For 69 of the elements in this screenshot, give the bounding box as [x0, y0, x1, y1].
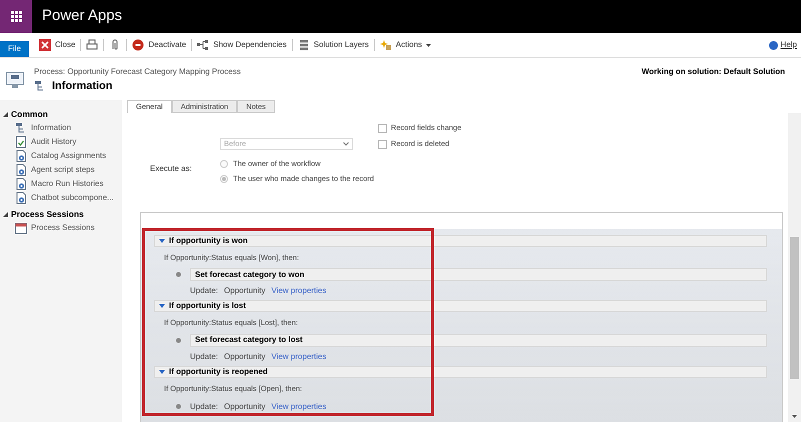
sidebar-section-header[interactable]: Process Sessions [3, 208, 122, 220]
process-icon [34, 80, 46, 92]
waffle-icon [10, 11, 22, 22]
bullet-icon [176, 404, 181, 410]
scrollbar-track[interactable] [788, 113, 801, 422]
calendar-icon [15, 222, 27, 234]
printer-icon [86, 39, 98, 51]
app-launcher-button[interactable] [0, 0, 32, 33]
sidebar-item[interactable]: Chatbot subcompone... [3, 190, 122, 205]
caret-icon [426, 44, 432, 46]
bullet-icon [176, 272, 181, 278]
process-form-icon [6, 72, 24, 88]
entity-name: Opportunity [224, 285, 266, 298]
radio-button[interactable] [220, 174, 228, 183]
help-button[interactable]: Help [768, 39, 797, 51]
sidebar-item[interactable]: Macro Run Histories [3, 176, 122, 191]
hierarchy-icon [197, 39, 210, 51]
solution-label: Working on solution: Default Solution [642, 66, 785, 78]
step-title-bar[interactable]: Set forecast category to won [190, 268, 767, 282]
view-properties-link[interactable]: View properties [271, 350, 326, 362]
document-gear-icon [15, 178, 27, 190]
toolbar-button[interactable]: Actions [380, 39, 432, 51]
checkbox[interactable] [378, 140, 387, 148]
radio-button[interactable] [220, 160, 228, 168]
collapse-caret-icon[interactable] [159, 238, 165, 244]
step-title-bar[interactable]: Set forecast category to lost [190, 334, 767, 346]
sidebar-item[interactable]: Process Sessions [3, 220, 122, 234]
view-properties-link[interactable]: View properties [271, 285, 326, 298]
help-icon [768, 40, 778, 50]
entity-name: Opportunity [224, 350, 266, 362]
scroll-down-icon[interactable] [792, 415, 797, 418]
document-gear-icon [15, 164, 27, 176]
collapse-caret-icon[interactable] [159, 368, 165, 374]
entity-name: Opportunity [224, 400, 266, 413]
process-icon [15, 122, 27, 134]
document-gear-icon [15, 192, 27, 204]
document-gear-icon [15, 150, 27, 162]
toolbar-button[interactable] [86, 39, 98, 51]
sidebar-item[interactable]: Catalog Assignments [3, 148, 122, 163]
update-label: Update: [190, 285, 218, 298]
document-check-icon [15, 136, 27, 148]
close-icon [39, 39, 51, 51]
sparkle-icon [380, 39, 392, 51]
execute-as-label: Execute as: [150, 163, 193, 175]
page-title: Information [52, 79, 112, 94]
bullet-icon [176, 338, 181, 342]
view-properties-link[interactable]: View properties [271, 400, 326, 413]
sidebar-section-header[interactable]: Common [3, 108, 122, 121]
breadcrumb: Process: Opportunity Forecast Category Mapping Process [34, 66, 241, 78]
condition-header-bar[interactable]: If opportunity is lost [154, 300, 767, 312]
collapse-caret-icon[interactable] [159, 303, 165, 310]
update-label: Update: [190, 350, 218, 362]
toolbar-button[interactable]: Close [39, 39, 76, 51]
update-label: Update: [190, 400, 218, 413]
checkbox[interactable] [378, 124, 387, 132]
stop-icon [132, 39, 144, 51]
condition-header-bar[interactable]: If opportunity is reopened [154, 366, 767, 378]
sidebar-item[interactable]: Information [3, 120, 122, 135]
condition-header-bar[interactable]: If opportunity is won [154, 235, 767, 247]
scrollbar-thumb[interactable] [790, 237, 799, 379]
toolbar-button[interactable]: Solution Layers [298, 39, 369, 51]
file-button[interactable]: File [0, 41, 29, 57]
chevron-icon [343, 142, 349, 146]
sidebar-item[interactable]: Audit History [3, 134, 122, 149]
toolbar-button[interactable]: Deactivate [132, 39, 186, 51]
toolbar-button[interactable]: Show Dependencies [197, 39, 287, 51]
app-title: Power Apps [42, 6, 122, 26]
sidebar-item[interactable]: Agent script steps [3, 162, 122, 177]
layers-icon [298, 39, 310, 51]
